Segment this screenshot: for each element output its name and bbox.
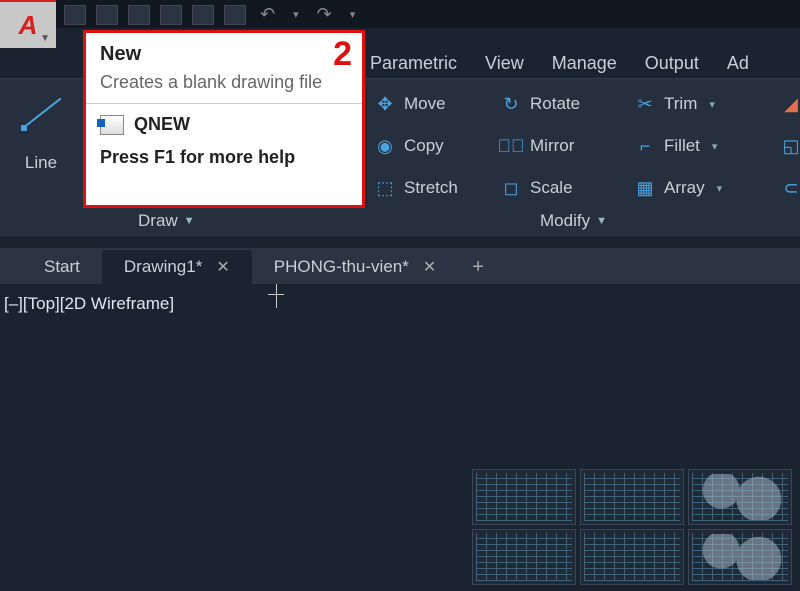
redo-icon[interactable]: ↷ xyxy=(313,4,336,25)
quick-access-toolbar: ↶ ▾ ↷ ▾ xyxy=(0,0,800,28)
chevron-down-icon[interactable]: ▾ xyxy=(709,98,715,111)
trim-button[interactable]: ✂ Trim ▾ xyxy=(634,93,774,115)
erase-icon: ◢ xyxy=(780,93,800,115)
array-label: Array xyxy=(664,178,705,198)
close-icon[interactable]: ✕ xyxy=(216,257,229,277)
modify-panel-label[interactable]: Modify ▼ xyxy=(540,211,607,231)
rotate-button[interactable]: ↻ Rotate xyxy=(500,93,628,115)
offset-icon: ⊂ xyxy=(780,177,800,199)
chevron-down-icon[interactable]: ▾ xyxy=(717,182,723,195)
move-label: Move xyxy=(404,94,446,114)
trim-label: Trim xyxy=(664,94,697,114)
stretch-icon: ⬚ xyxy=(374,177,396,199)
library-thumb[interactable] xyxy=(472,469,576,525)
scale-icon: ◻ xyxy=(500,177,522,199)
array-icon: ▦ xyxy=(634,177,656,199)
explode-button[interactable]: ◱ xyxy=(780,135,800,157)
tab-view[interactable]: View xyxy=(485,53,524,74)
qat-icon-row: ↶ ▾ ↷ ▾ xyxy=(64,4,359,25)
panel-separator xyxy=(366,85,367,207)
array-button[interactable]: ▦ Array ▾ xyxy=(634,177,774,199)
fillet-button[interactable]: ⌐ Fillet ▾ xyxy=(634,135,774,157)
tab-drawing1-label: Drawing1* xyxy=(124,257,202,277)
erase-button[interactable]: ◢ xyxy=(780,93,800,115)
fillet-label: Fillet xyxy=(664,136,700,156)
library-thumb[interactable] xyxy=(688,469,792,525)
qat-save-icon[interactable] xyxy=(128,5,150,25)
chevron-down-icon[interactable]: ▾ xyxy=(712,140,718,153)
draw-panel-text: Draw xyxy=(138,211,178,231)
scale-button[interactable]: ◻ Scale xyxy=(500,177,628,199)
move-button[interactable]: ✥ Move xyxy=(374,93,494,115)
tab-phong-label: PHONG-thu-vien* xyxy=(274,257,409,277)
redo-dropdown-icon[interactable]: ▾ xyxy=(346,8,360,21)
tab-drawing1[interactable]: Drawing1* ✕ xyxy=(102,250,252,284)
qat-new-icon[interactable] xyxy=(64,5,86,25)
new-tab-button[interactable]: + xyxy=(458,250,498,284)
offset-button[interactable]: ⊂ xyxy=(780,177,800,199)
undo-icon[interactable]: ↶ xyxy=(256,4,279,25)
app-logo-button[interactable]: A ▼ xyxy=(0,0,56,48)
modify-panel: ✥ Move ↻ Rotate ✂ Trim ▾ ◢ ◉ Copy �⃒ Mirror ⌐ F… xyxy=(374,85,800,207)
tooltip-description: Creates a blank drawing file xyxy=(100,72,348,93)
mirror-label: Mirror xyxy=(530,136,574,156)
close-icon[interactable]: ✕ xyxy=(423,257,436,277)
tab-start[interactable]: Start xyxy=(22,250,102,284)
line-label: Line xyxy=(14,153,68,173)
tooltip-command: QNEW xyxy=(134,114,190,135)
new-command-tooltip: 2 New Creates a blank drawing file QNEW … xyxy=(83,30,365,208)
stretch-button[interactable]: ⬚ Stretch xyxy=(374,177,494,199)
rotate-label: Rotate xyxy=(530,94,580,114)
annotation-number: 2 xyxy=(333,35,352,74)
library-thumb[interactable] xyxy=(472,529,576,585)
stretch-label: Stretch xyxy=(404,178,458,198)
trim-icon: ✂ xyxy=(634,93,656,115)
line-tool-button[interactable]: Line xyxy=(14,91,68,173)
chevron-down-icon: ▼ xyxy=(40,33,50,44)
tooltip-title: New xyxy=(100,43,348,66)
explode-icon: ◱ xyxy=(780,135,800,157)
move-icon: ✥ xyxy=(374,93,396,115)
mirror-icon: �⃒ xyxy=(500,135,522,157)
viewport-label[interactable]: [–][Top][2D Wireframe] xyxy=(4,294,174,314)
scale-label: Scale xyxy=(530,178,573,198)
tab-manage[interactable]: Manage xyxy=(552,53,617,74)
crosshair-cursor xyxy=(276,284,277,308)
tab-output[interactable]: Output xyxy=(645,53,699,74)
plus-icon: + xyxy=(472,256,484,279)
library-thumb[interactable] xyxy=(580,529,684,585)
document-tab-bar: Start Drawing1* ✕ PHONG-thu-vien* ✕ + xyxy=(0,248,800,284)
library-thumb[interactable] xyxy=(580,469,684,525)
chevron-down-icon: ▼ xyxy=(596,215,607,227)
copy-button[interactable]: ◉ Copy xyxy=(374,135,494,157)
copy-label: Copy xyxy=(404,136,444,156)
tab-start-label: Start xyxy=(44,257,80,277)
mirror-button[interactable]: �⃒ Mirror xyxy=(500,135,628,157)
tab-parametric[interactable]: Parametric xyxy=(370,53,457,74)
tab-addins[interactable]: Ad xyxy=(727,53,749,74)
qat-print-icon[interactable] xyxy=(224,5,246,25)
modify-panel-text: Modify xyxy=(540,211,590,231)
qat-plot-icon[interactable] xyxy=(192,5,214,25)
line-icon xyxy=(19,91,63,135)
app-logo-letter: A xyxy=(19,10,38,41)
fillet-icon: ⌐ xyxy=(634,135,656,157)
undo-dropdown-icon[interactable]: ▾ xyxy=(289,8,303,21)
qat-open-icon[interactable] xyxy=(96,5,118,25)
tooltip-help-text: Press F1 for more help xyxy=(100,147,348,168)
drawing-canvas[interactable]: [–][Top][2D Wireframe] xyxy=(0,284,800,591)
chevron-down-icon: ▼ xyxy=(184,215,195,227)
draw-panel-label[interactable]: Draw ▼ xyxy=(138,211,195,231)
block-library-preview xyxy=(472,469,792,585)
library-thumb[interactable] xyxy=(688,529,792,585)
rotate-icon: ↻ xyxy=(500,93,522,115)
qnew-icon xyxy=(100,115,124,135)
tab-phong[interactable]: PHONG-thu-vien* ✕ xyxy=(252,250,459,284)
qat-saveas-icon[interactable] xyxy=(160,5,182,25)
copy-icon: ◉ xyxy=(374,135,396,157)
ribbon-tabs: Parametric View Manage Output Ad xyxy=(370,48,800,78)
